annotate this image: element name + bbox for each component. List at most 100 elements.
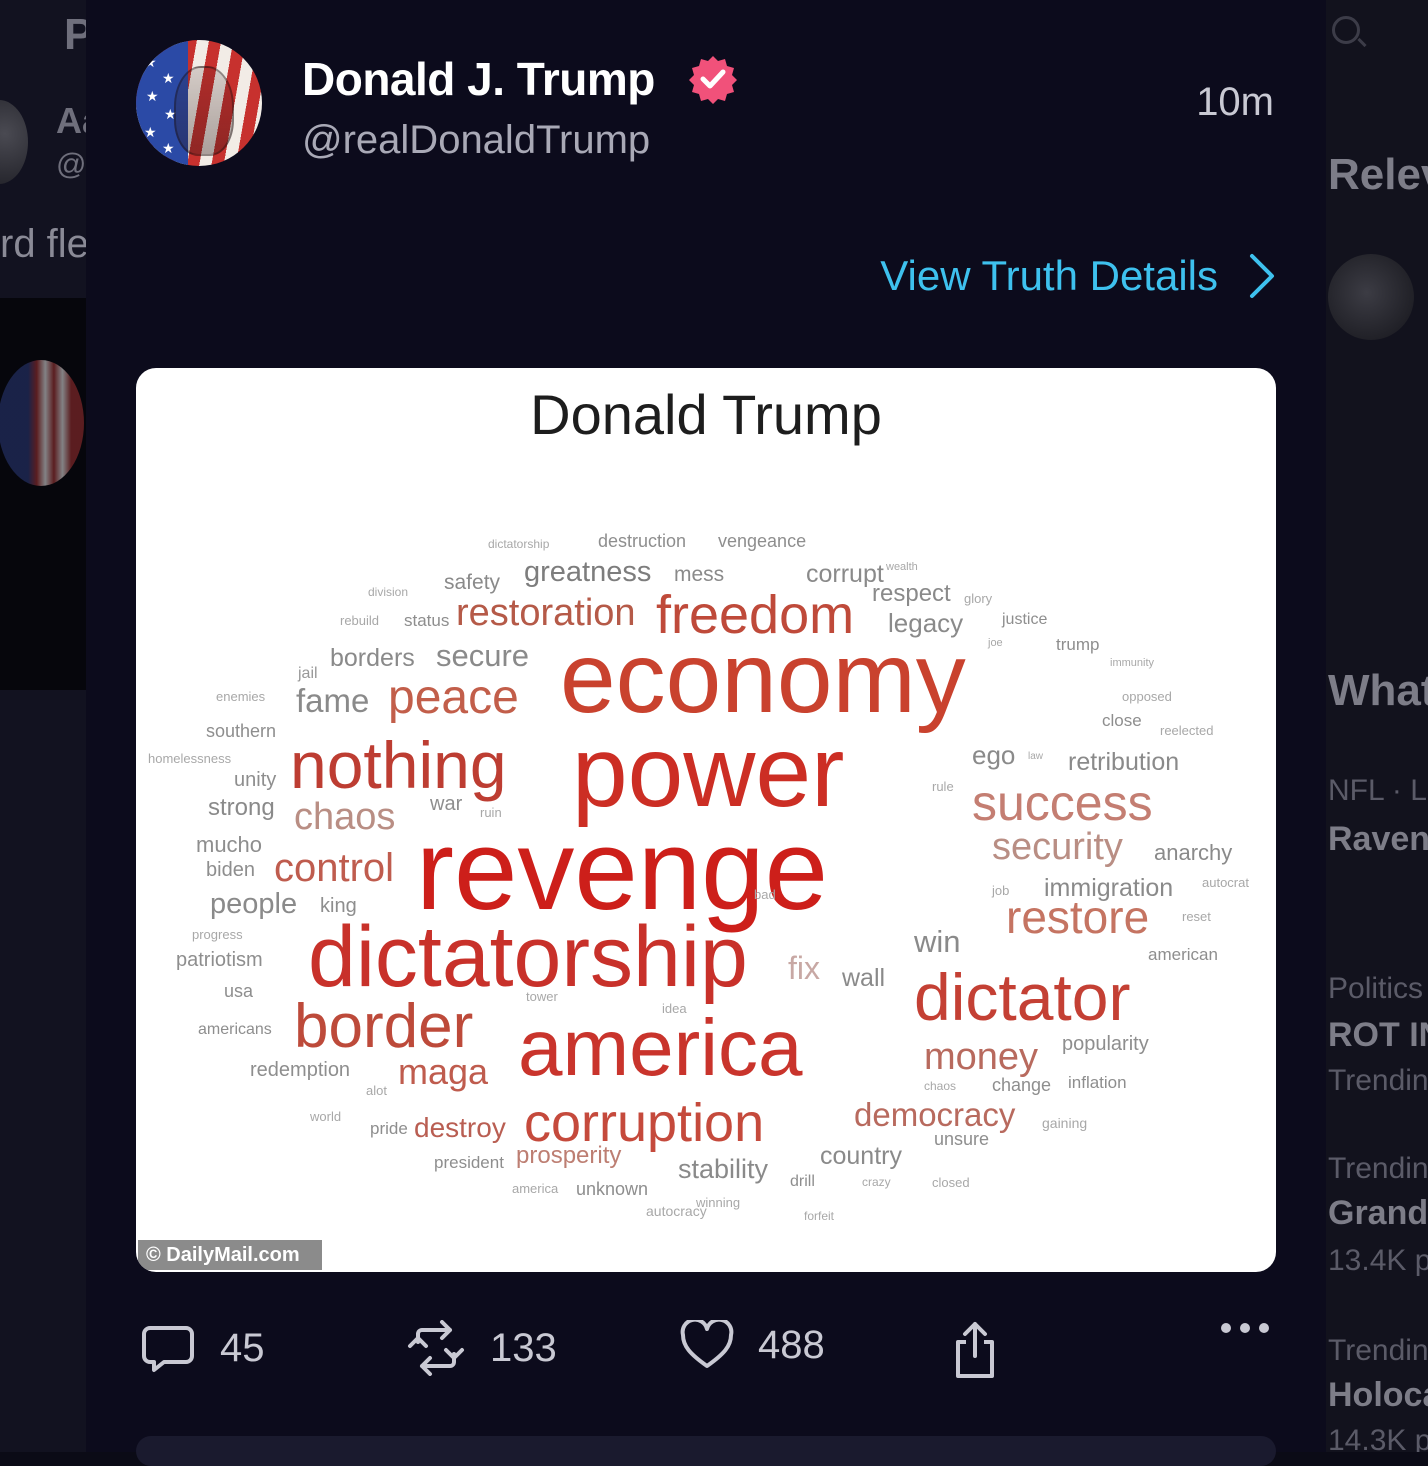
word-cloud-word: winning <box>696 1195 741 1210</box>
word-cloud-word: retribution <box>1068 748 1180 776</box>
bg-left-text: Aa <box>56 100 86 141</box>
next-post-card-edge <box>136 1436 1276 1466</box>
word-cloud-word: america <box>518 1003 803 1092</box>
word-cloud-word: close <box>1102 711 1142 730</box>
view-truth-details-link[interactable]: View Truth Details <box>880 252 1276 300</box>
word-cloud-word: strong <box>208 794 275 821</box>
word-cloud-word: progress <box>192 927 243 942</box>
word-cloud-word: destruction <box>598 531 687 551</box>
word-cloud-word: respect <box>872 580 951 607</box>
more-dots-icon <box>1221 1323 1269 1333</box>
word-cloud-word: chaos <box>924 1079 957 1093</box>
word-cloud-word: people <box>210 888 298 920</box>
post-actions-bar: 45 133 488 <box>136 1320 1276 1390</box>
search-icon[interactable] <box>1332 16 1360 44</box>
word-cloud-word: southern <box>206 721 277 741</box>
bg-left-avatar <box>0 360 84 486</box>
avatar-face <box>174 66 234 156</box>
bg-right-trend-title: Holoca <box>1328 1376 1428 1414</box>
word-cloud-word: destroy <box>414 1112 506 1143</box>
post-media-image[interactable]: Donald Trump dictatorship destruction veng… <box>136 368 1276 1272</box>
word-cloud-word: restore <box>1006 891 1150 943</box>
word-cloud-word: president <box>434 1153 504 1172</box>
word-cloud-word: drill <box>790 1173 815 1190</box>
word-cloud-word: win <box>914 924 961 959</box>
author-name[interactable]: Donald J. Trump <box>302 52 655 106</box>
word-cloud-word: forfeit <box>804 1209 835 1223</box>
word-cloud-word: change <box>992 1075 1052 1095</box>
repost-count: 133 <box>490 1325 557 1370</box>
author-avatar[interactable]: ★ ★ ★ ★ ★ ★ <box>136 40 262 166</box>
bg-right-trend-title: Grand <box>1328 1194 1428 1232</box>
word-cloud-word: americans <box>198 1021 272 1038</box>
word-cloud-word: success <box>972 775 1153 831</box>
like-count: 488 <box>758 1322 825 1367</box>
bg-right-trend-meta: NFL · La <box>1328 774 1428 807</box>
word-cloud-word: peace <box>388 671 519 724</box>
word-cloud-word: closed <box>932 1175 970 1190</box>
word-cloud-word: patriotism <box>176 949 263 971</box>
word-cloud-word: crazy <box>862 1175 891 1189</box>
word-cloud-word: america <box>512 1181 559 1196</box>
word-cloud-title: Donald Trump <box>530 383 882 446</box>
word-cloud-word: status <box>404 611 450 630</box>
more-options-button[interactable] <box>1220 1320 1270 1336</box>
view-truth-details-label: View Truth Details <box>880 252 1218 299</box>
word-cloud-word: alot <box>366 1083 387 1098</box>
bg-left-text: @ <box>56 148 86 181</box>
word-cloud-word: law <box>1028 751 1044 762</box>
word-cloud-word: stability <box>678 1154 769 1184</box>
word-cloud-word: jail <box>298 665 318 682</box>
post-panel: ★ ★ ★ ★ ★ ★ Donald J. Trump @realDonaldTrum… <box>86 0 1326 1466</box>
word-cloud-word: redemption <box>250 1059 351 1081</box>
word-cloud-word: dictator <box>914 960 1131 1034</box>
word-cloud-word: control <box>274 846 395 890</box>
word-cloud-word: border <box>294 992 474 1061</box>
verified-badge-icon <box>689 56 737 104</box>
word-cloud-word: enemies <box>216 689 266 704</box>
bg-right-trend-meta: Trendin <box>1328 1334 1428 1367</box>
bg-right-trend-meta: 13.4K p <box>1328 1244 1428 1277</box>
word-cloud-word: usa <box>224 981 254 1001</box>
word-cloud-word: wealth <box>886 561 918 573</box>
word-cloud-word: greatness <box>524 556 652 588</box>
word-cloud-word: glory <box>964 591 993 606</box>
word-cloud-word: unknown <box>576 1179 649 1199</box>
word-cloud-word: division <box>368 585 409 599</box>
repost-button[interactable]: 133 <box>406 1320 557 1376</box>
word-cloud-word: secure <box>436 638 530 673</box>
word-cloud-word: rule <box>932 779 954 794</box>
word-cloud-word: borders <box>330 644 415 672</box>
word-cloud-word: reelected <box>1160 723 1214 738</box>
post-timestamp: 10m <box>1196 80 1274 124</box>
word-cloud-word: safety <box>444 571 501 594</box>
reply-button[interactable]: 45 <box>140 1320 265 1376</box>
word-cloud-word: wall <box>842 964 886 992</box>
word-cloud-word: fame <box>296 682 370 719</box>
word-cloud-word: fix <box>788 950 820 986</box>
word-cloud-word: mucho <box>196 832 263 857</box>
bg-left-media-block <box>0 298 86 690</box>
reply-count: 45 <box>220 1325 265 1370</box>
word-cloud-word: vengeance <box>718 531 807 551</box>
word-cloud-word: prosperity <box>516 1142 622 1169</box>
word-cloud-word: democracy <box>854 1096 1016 1133</box>
word-cloud-word: pride <box>370 1119 408 1138</box>
bg-right-avatar <box>1328 254 1414 340</box>
word-cloud-word: gaining <box>1042 1115 1088 1131</box>
background-right-column: Relev What NFL · La Raven Politics ROT I… <box>1326 0 1428 1452</box>
bg-right-trend-meta: Trendin <box>1328 1152 1428 1185</box>
heart-icon <box>680 1320 734 1368</box>
word-cloud-word: unity <box>234 769 277 791</box>
word-cloud-word: opposed <box>1122 689 1172 704</box>
word-cloud-word: country <box>820 1142 902 1170</box>
share-button[interactable] <box>950 1320 1000 1380</box>
word-cloud-word: trump <box>1056 635 1100 654</box>
author-handle[interactable]: @realDonaldTrump <box>302 118 650 163</box>
word-cloud-word: american <box>1148 945 1218 964</box>
word-cloud-word: money <box>924 1036 1039 1078</box>
word-cloud-word: justice <box>1002 611 1048 628</box>
word-cloud-word: bad <box>754 887 776 902</box>
word-cloud-word: nothing <box>290 728 507 802</box>
like-button[interactable]: 488 <box>680 1320 825 1370</box>
